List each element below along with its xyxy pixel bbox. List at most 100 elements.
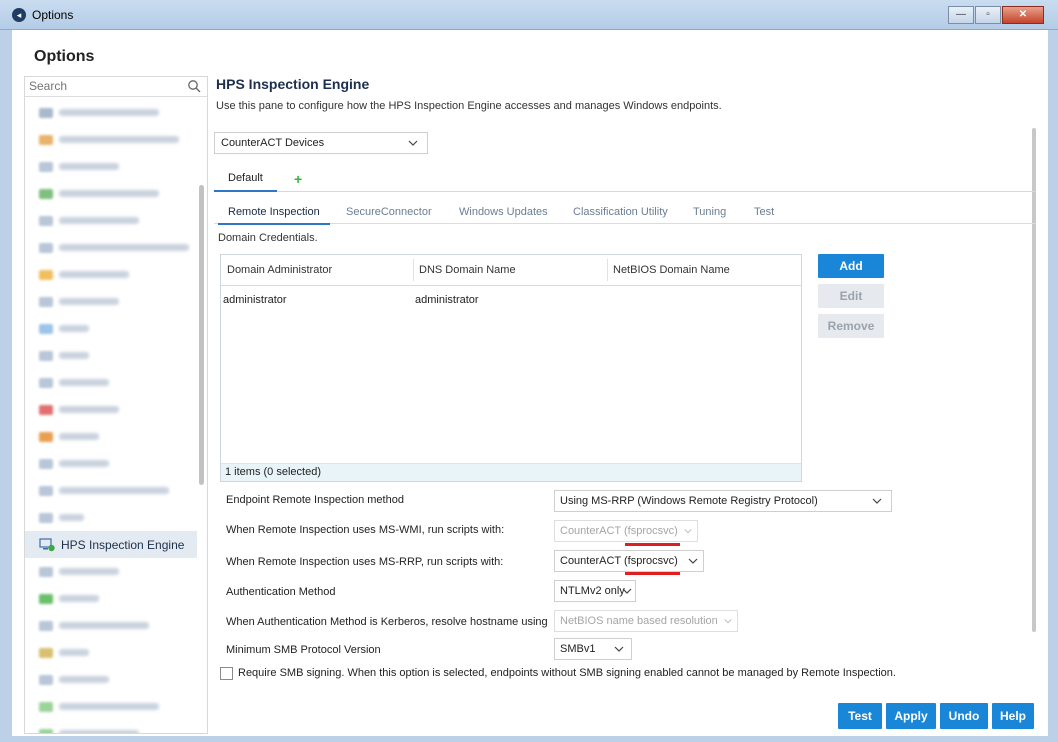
section-description: Use this pane to configure how the HPS I… bbox=[216, 100, 722, 112]
smb-version-select[interactable]: SMBv1 bbox=[554, 638, 632, 660]
undo-button[interactable]: Undo bbox=[940, 703, 988, 729]
tree-item-blurred[interactable] bbox=[25, 396, 197, 423]
tree-item-blurred[interactable] bbox=[25, 450, 197, 477]
column-header[interactable]: Domain Administrator bbox=[227, 264, 332, 276]
tree-item-blurred[interactable] bbox=[25, 342, 197, 369]
sidebar-scrollbar[interactable] bbox=[199, 185, 204, 485]
domain-credentials-label: Domain Credentials. bbox=[218, 232, 318, 244]
edit-button[interactable]: Edit bbox=[818, 284, 884, 308]
wmi-account-value: CounterACT (fsprocsvc) bbox=[560, 525, 678, 537]
chevron-down-icon bbox=[724, 618, 732, 624]
window-titlebar: ◂ Options — ▫ ✕ bbox=[0, 0, 1058, 30]
tab-tuning[interactable]: Tuning bbox=[693, 206, 726, 218]
tree-item-blurred[interactable] bbox=[25, 288, 197, 315]
tree-item-blurred[interactable] bbox=[25, 666, 197, 693]
tree-item-blurred[interactable] bbox=[25, 153, 197, 180]
tree-item-blurred[interactable] bbox=[25, 369, 197, 396]
chevron-down-icon bbox=[872, 498, 882, 504]
window-title: Options bbox=[32, 8, 74, 22]
tab-default[interactable]: Default bbox=[214, 168, 277, 192]
tab-classification-utility[interactable]: Classification Utility bbox=[573, 206, 668, 218]
tree-item-blurred[interactable] bbox=[25, 720, 197, 733]
chevron-down-icon bbox=[688, 558, 698, 564]
chevron-down-icon bbox=[622, 588, 632, 594]
page-title: Options bbox=[34, 48, 95, 65]
tree-item-blurred[interactable] bbox=[25, 261, 197, 288]
computer-shield-icon bbox=[39, 537, 55, 551]
sidebar-item-hps-inspection-engine[interactable]: HPS Inspection Engine bbox=[25, 531, 197, 558]
auth-method-value: NTLMv2 only bbox=[560, 585, 625, 597]
tab-remote-inspection[interactable]: Remote Inspection bbox=[218, 206, 330, 225]
help-button[interactable]: Help bbox=[992, 703, 1034, 729]
auth-label: Authentication Method bbox=[226, 586, 336, 598]
smb-signing-checkbox[interactable] bbox=[220, 667, 233, 680]
device-select[interactable]: CounterACT Devices bbox=[214, 132, 428, 154]
table-header: Domain Administrator DNS Domain Name Net… bbox=[221, 255, 801, 286]
wmi-account-select[interactable]: CounterACT (fsprocsvc) bbox=[554, 520, 698, 542]
maximize-button[interactable]: ▫ bbox=[975, 6, 1001, 24]
chevron-down-icon bbox=[684, 528, 692, 534]
test-button[interactable]: Test bbox=[838, 703, 882, 729]
add-tab-button[interactable]: + bbox=[294, 171, 302, 187]
tree-item-blurred[interactable] bbox=[25, 315, 197, 342]
tree-item-blurred[interactable] bbox=[25, 99, 197, 126]
tree-item-blurred[interactable] bbox=[25, 693, 197, 720]
tree-item-blurred[interactable] bbox=[25, 558, 197, 585]
kerberos-resolution-select[interactable]: NetBIOS name based resolution bbox=[554, 610, 738, 632]
tree-item-blurred[interactable] bbox=[25, 585, 197, 612]
rrp-label: When Remote Inspection uses MS-RRP, run … bbox=[226, 556, 504, 568]
sidebar: HPS Inspection Engine bbox=[24, 76, 208, 734]
device-select-value: CounterACT Devices bbox=[221, 137, 325, 149]
auth-method-select[interactable]: NTLMv2 only bbox=[554, 580, 636, 602]
credentials-table: Domain Administrator DNS Domain Name Net… bbox=[220, 254, 802, 482]
smb-version-value: SMBv1 bbox=[560, 643, 596, 655]
chevron-down-icon bbox=[614, 646, 624, 652]
window-frame: Options Search HPS Inspection Engine HPS… bbox=[0, 30, 1058, 742]
kerberos-resolution-value: NetBIOS name based resolution bbox=[560, 615, 718, 627]
tree-item-blurred[interactable] bbox=[25, 234, 197, 261]
column-header[interactable]: NetBIOS Domain Name bbox=[613, 264, 730, 276]
highlight-underline bbox=[625, 572, 680, 575]
tree-item-blurred[interactable] bbox=[25, 504, 197, 531]
table-cell: administrator bbox=[223, 294, 287, 306]
method-select-value: Using MS-RRP (Windows Remote Registry Pr… bbox=[560, 495, 818, 507]
method-label: Endpoint Remote Inspection method bbox=[226, 494, 404, 506]
apply-button[interactable]: Apply bbox=[886, 703, 936, 729]
kerberos-label: When Authentication Method is Kerberos, … bbox=[226, 616, 548, 628]
smb-signing-label: Require SMB signing. When this option is… bbox=[238, 667, 896, 679]
add-button[interactable]: Add bbox=[818, 254, 884, 278]
tree-item-blurred[interactable] bbox=[25, 180, 197, 207]
settings-tabs: Remote Inspection SecureConnector Window… bbox=[214, 202, 1036, 225]
sidebar-item-label: HPS Inspection Engine bbox=[61, 537, 185, 552]
tree-item-blurred[interactable] bbox=[25, 207, 197, 234]
table-row[interactable]: administrator administrator bbox=[221, 287, 801, 311]
tree-item-blurred[interactable] bbox=[25, 612, 197, 639]
remove-button[interactable]: Remove bbox=[818, 314, 884, 338]
rrp-account-select[interactable]: CounterACT (fsprocsvc) bbox=[554, 550, 704, 572]
minimize-button[interactable]: — bbox=[948, 6, 974, 24]
section-title: HPS Inspection Engine bbox=[216, 76, 370, 92]
search-icon[interactable] bbox=[187, 79, 201, 93]
tree-item-blurred[interactable] bbox=[25, 477, 197, 504]
close-button[interactable]: ✕ bbox=[1002, 6, 1044, 24]
wmi-label: When Remote Inspection uses MS-WMI, run … bbox=[226, 524, 505, 536]
tab-windows-updates[interactable]: Windows Updates bbox=[459, 206, 548, 218]
options-tree: HPS Inspection Engine bbox=[25, 99, 197, 733]
window-content: Options Search HPS Inspection Engine HPS… bbox=[12, 30, 1048, 736]
column-header[interactable]: DNS Domain Name bbox=[419, 264, 516, 276]
table-status: 1 items (0 selected) bbox=[221, 463, 801, 481]
tree-item-blurred[interactable] bbox=[25, 126, 197, 153]
rrp-account-value: CounterACT (fsprocsvc) bbox=[560, 555, 678, 567]
tree-item-blurred[interactable] bbox=[25, 423, 197, 450]
highlight-underline bbox=[625, 543, 680, 546]
app-icon: ◂ bbox=[12, 8, 26, 22]
search-input[interactable] bbox=[25, 77, 175, 95]
tree-item-blurred[interactable] bbox=[25, 639, 197, 666]
profile-tabs: Default + bbox=[214, 168, 1036, 192]
tab-secureconnector[interactable]: SecureConnector bbox=[346, 206, 432, 218]
chevron-down-icon bbox=[408, 140, 418, 146]
search-box bbox=[25, 77, 207, 97]
table-cell: administrator bbox=[415, 294, 479, 306]
method-select[interactable]: Using MS-RRP (Windows Remote Registry Pr… bbox=[554, 490, 892, 512]
tab-test[interactable]: Test bbox=[754, 206, 774, 218]
